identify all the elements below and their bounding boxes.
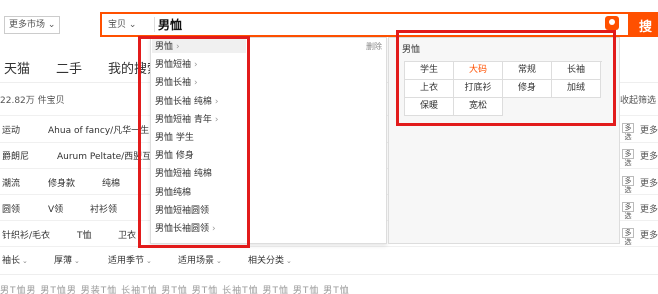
search-input[interactable]: 男恤 [158,16,182,33]
more-button[interactable]: 更多 [640,228,658,241]
attr-label: 相关分类 [248,256,285,266]
multi-select-button[interactable]: 多选 [622,176,634,194]
more-button[interactable]: 更多 [640,202,658,215]
tab-tmall[interactable]: 天猫 [4,58,30,77]
chevron-down-icon: ⌄ [286,257,292,265]
related-links[interactable]: 男T恤男 男T恤男 男装T恤 长袖T恤 男T恤 男T恤 长袖T恤 男T恤 男T恤… [0,283,350,294]
filter-option[interactable]: 卫衣 [118,228,136,241]
more-button[interactable]: 更多 [640,149,658,162]
chevron-down-icon: ⌄ [22,257,28,265]
chevron-down-icon: ⌄ [128,20,137,30]
attr-label: 厚薄 [54,256,73,266]
filter-option[interactable]: 圆领 [2,202,20,215]
filter-option[interactable]: V领 [48,202,63,215]
attr-label: 适用场景 [178,256,215,266]
filter-option[interactable]: 衬衫领 [90,202,117,215]
filter-option[interactable]: 纯棉 [102,176,120,189]
attr-sleeve-length[interactable]: 袖长 ⌄ [2,253,28,266]
tab-second-hand[interactable]: 二手 [56,58,82,77]
multi-select-button[interactable]: 多选 [622,149,634,167]
filter-option[interactable]: 针织衫/毛衣 [2,228,50,241]
attr-season[interactable]: 适用季节 ⌄ [108,253,152,266]
filter-option[interactable]: 爵朗尼 [2,149,29,162]
collapse-filters-link[interactable]: 收起筛选 [620,93,656,106]
multi-select-button[interactable]: 多选 [622,202,634,220]
more-button[interactable]: 更多 [640,176,658,189]
row-divider [0,274,658,275]
delete-history-link[interactable]: 删除 [366,41,382,52]
result-count: 22.82万 件宝贝 [0,96,65,106]
multi-select-button[interactable]: 多选 [622,123,634,141]
attr-category[interactable]: 相关分类 ⌄ [248,253,292,266]
chevron-down-icon: ⌄ [74,257,80,265]
attr-label: 适用季节 [108,256,145,266]
chevron-down-icon: ⌄ [47,20,56,30]
search-divider [154,17,155,32]
search-category-select[interactable]: 宝贝 ⌄ [108,17,136,30]
multi-select-button[interactable]: 多选 [622,228,634,246]
more-market-label: 更多市场 [9,20,46,30]
attr-scene[interactable]: 适用场景 ⌄ [178,253,222,266]
filter-option[interactable]: 运动 [2,123,20,136]
more-market-dropdown[interactable]: 更多市场 ⌄ [4,16,61,34]
chevron-down-icon: ⌄ [146,257,152,265]
attr-thickness[interactable]: 厚薄 ⌄ [54,253,80,266]
filter-option[interactable]: 潮流 [2,176,20,189]
filter-option[interactable]: Ahua of fancy/凡华一生 [48,123,149,136]
filter-option[interactable]: 修身款 [48,176,75,189]
row-divider [0,246,658,247]
highlight-box [138,36,250,248]
highlight-box [396,30,616,126]
more-button[interactable]: 更多 [640,123,658,136]
chevron-down-icon: ⌄ [216,257,222,265]
filter-option[interactable]: T恤 [77,228,92,241]
search-category-label: 宝贝 [108,20,127,30]
camera-icon[interactable] [605,16,619,30]
attr-label: 袖长 [2,256,21,266]
search-button[interactable]: 搜 [630,12,658,37]
